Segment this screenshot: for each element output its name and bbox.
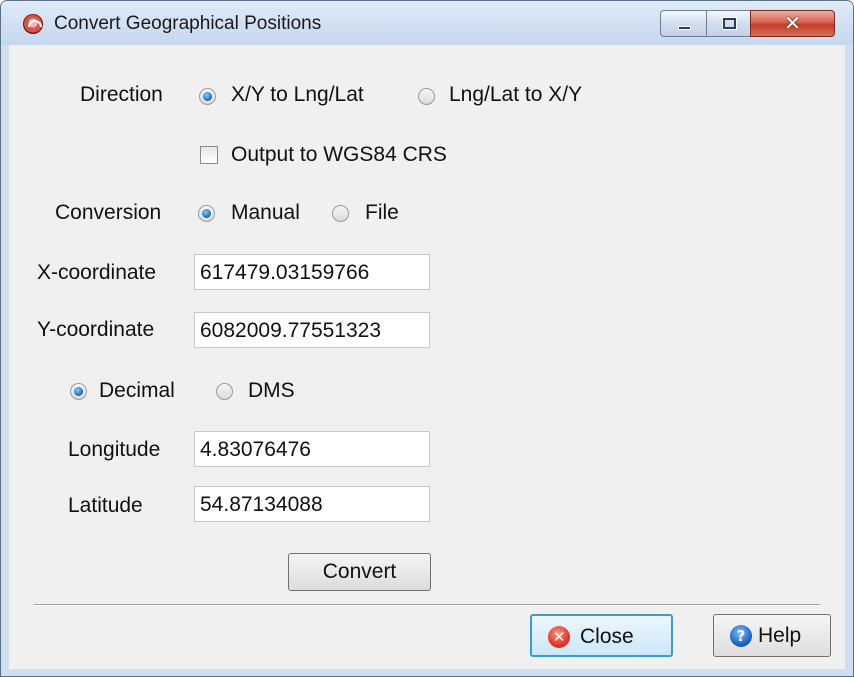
app-icon (23, 14, 43, 34)
radio-file[interactable] (332, 205, 349, 222)
close-button-label: Close (580, 625, 634, 648)
latitude-field[interactable]: 54.87134088 (194, 486, 430, 522)
output-wgs84-label[interactable]: Output to WGS84 CRS (231, 143, 447, 167)
maximize-button[interactable] (706, 10, 751, 37)
radio-dms[interactable] (216, 383, 233, 400)
maximize-icon (723, 18, 736, 29)
title-bar[interactable]: Convert Geographical Positions ✕ (1, 1, 853, 45)
longitude-label: Longitude (68, 438, 161, 461)
y-coordinate-field[interactable]: 6082009.77551323 (194, 312, 430, 348)
help-button[interactable]: ? Help (713, 614, 831, 657)
close-circle-icon: ✕ (548, 626, 570, 648)
radio-decimal[interactable] (70, 383, 87, 400)
radio-manual-label[interactable]: Manual (231, 201, 300, 225)
radio-file-label[interactable]: File (365, 201, 399, 225)
radio-xy-to-lnglat-label[interactable]: X/Y to Lng/Lat (231, 83, 364, 107)
radio-decimal-label[interactable]: Decimal (99, 379, 175, 403)
y-coordinate-label: Y-coordinate (37, 318, 155, 341)
latitude-label: Latitude (68, 494, 143, 517)
radio-lnglat-to-xy[interactable] (418, 88, 435, 105)
output-wgs84-checkbox[interactable] (200, 146, 218, 164)
radio-lnglat-to-xy-label[interactable]: Lng/Lat to X/Y (449, 83, 582, 107)
minimize-icon (678, 26, 691, 30)
convert-button[interactable]: Convert (288, 553, 431, 591)
radio-manual[interactable] (198, 205, 215, 222)
window-title: Convert Geographical Positions (54, 13, 322, 34)
x-coordinate-field[interactable]: 617479.03159766 (194, 254, 430, 290)
direction-label: Direction (80, 83, 163, 106)
minimize-button[interactable] (660, 10, 707, 37)
longitude-field[interactable]: 4.83076476 (194, 431, 430, 467)
help-button-label: Help (758, 624, 802, 647)
window-close-button[interactable]: ✕ (750, 10, 835, 37)
radio-dms-label[interactable]: DMS (248, 379, 295, 403)
close-button[interactable]: ✕ Close (530, 614, 673, 657)
conversion-label: Conversion (55, 201, 162, 224)
separator (34, 604, 820, 606)
radio-xy-to-lnglat[interactable] (199, 88, 216, 105)
x-coordinate-label: X-coordinate (37, 261, 157, 284)
close-icon: ✕ (784, 11, 801, 35)
help-icon: ? (730, 625, 752, 647)
